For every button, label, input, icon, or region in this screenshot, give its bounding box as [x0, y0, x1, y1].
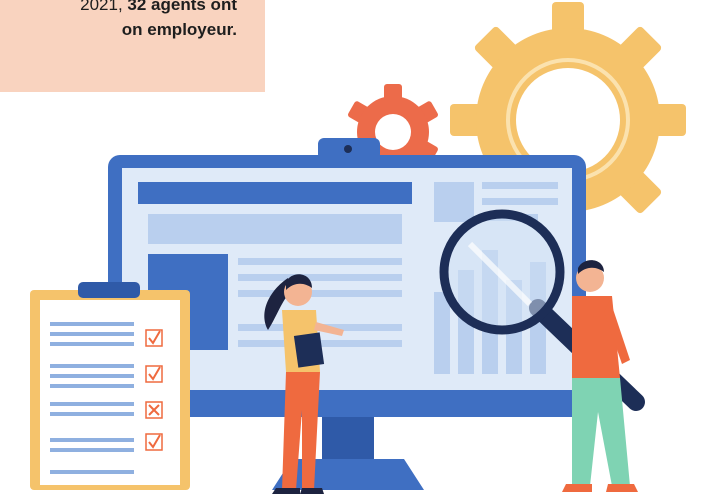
data-analysis-illustration: [30, 2, 686, 494]
clipboard-checklist: [30, 282, 190, 490]
